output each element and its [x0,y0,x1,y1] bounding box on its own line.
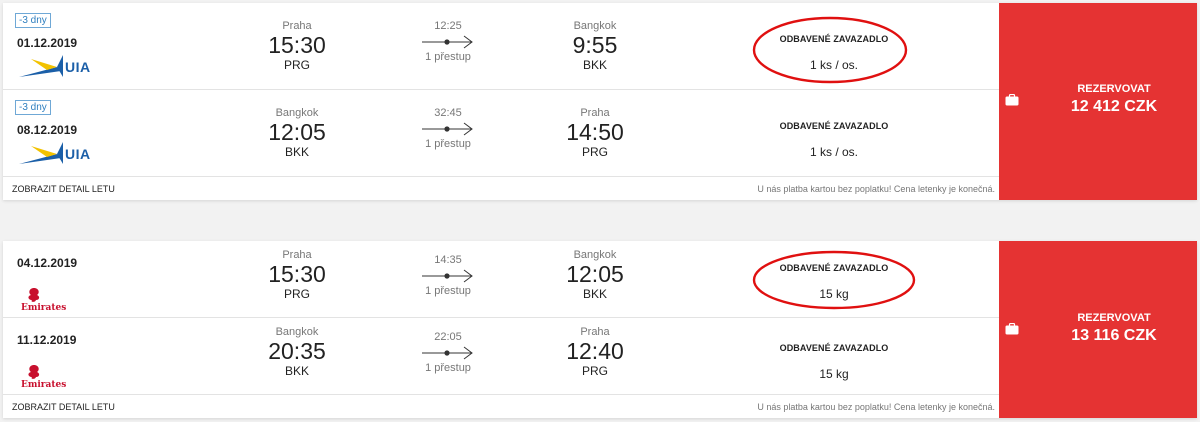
airline-logo-text: Emirates [21,380,67,390]
baggage-title: ODBAVENÉ ZAVAZADLO [779,343,889,353]
departure: Bangkok 20:35 BKK [252,326,342,378]
stop-count: 1 přestup [425,285,471,297]
flight-duration: 14:35 [434,254,462,266]
payment-note: U nás platba kartou bez poplatku! Cena l… [757,402,995,412]
baggage-title: ODBAVENÉ ZAVAZADLO [779,263,889,273]
card-footer: ZOBRAZIT DETAIL LETU U nás platba kartou… [3,177,999,201]
flight-result-card: -3 dny 01.12.2019 UIA Praha 15:30 PRG 12… [3,3,1197,200]
checked-baggage: ODBAVENÉ ZAVAZADLO 15 kg [734,343,934,381]
baggage-allowance: 15 kg [819,287,849,301]
stop-count: 1 přestup [425,51,471,63]
flight-duration: 12:25 [434,20,462,32]
book-button-label: REZERVOVAT [1077,312,1151,324]
departure-airport-code: PRG [283,58,310,72]
flight-segments: 04.12.2019 Emirates Praha 15:30 PRG 14:3… [3,241,999,419]
departure-time: 20:35 [268,338,326,364]
flight-segment-return: 11.12.2019 Emirates Bangkok 20:35 BKK 22… [3,318,999,395]
departure-city: Bangkok [275,326,319,338]
arrival-city: Praha [580,107,610,119]
date-shift-badge: -3 dny [15,100,51,115]
arrival-airport-code: BKK [582,58,607,72]
checked-baggage: ODBAVENÉ ZAVAZADLO 15 kg [734,263,934,301]
payment-note: U nás platba kartou bez poplatku! Cena l… [757,184,995,194]
flight-detail-link[interactable]: ZOBRAZIT DETAIL LETU [12,402,115,412]
arrival-airport-code: BKK [582,287,607,301]
arrival: Bangkok 9:55 BKK [550,20,640,72]
flight-segment-outbound: 04.12.2019 Emirates Praha 15:30 PRG 14:3… [3,241,999,318]
flight-date: 01.12.2019 [17,36,78,50]
arrival-time: 12:05 [566,261,624,287]
arrival: Bangkok 12:05 BKK [550,249,640,301]
flight-route: 14:35 1 přestup [403,254,493,297]
emirates-airline-logo: Emirates [17,363,77,398]
departure-city: Praha [282,20,312,32]
stop-count: 1 přestup [425,138,471,150]
flight-duration: 32:45 [434,107,462,119]
flight-route: 12:25 1 přestup [403,20,493,63]
airline-logo-text: UIA [65,146,91,162]
airline-logo-text: UIA [65,59,91,75]
uia-airline-logo: UIA [17,140,107,173]
briefcase-icon [1005,94,1019,106]
route-arrow-icon [422,346,473,360]
emirates-airline-logo: Emirates [17,286,77,321]
book-button[interactable]: REZERVOVAT 13 116 CZK [999,241,1197,418]
flight-segments: -3 dny 01.12.2019 UIA Praha 15:30 PRG 12… [3,3,999,201]
departure-airport-code: BKK [284,364,309,378]
total-price: 13 116 CZK [1071,327,1157,344]
arrival-time: 12:40 [566,338,624,364]
flight-segment-outbound: -3 dny 01.12.2019 UIA Praha 15:30 PRG 12… [3,3,999,90]
departure-time: 15:30 [268,261,326,287]
airline-logo-text: Emirates [21,303,67,313]
departure: Praha 15:30 PRG [252,249,342,301]
baggage-title: ODBAVENÉ ZAVAZADLO [779,121,889,131]
total-price: 12 412 CZK [1070,98,1158,115]
book-button[interactable]: REZERVOVAT 12 412 CZK [999,3,1197,200]
departure: Praha 15:30 PRG [252,20,342,72]
flight-date: 11.12.2019 [17,333,77,347]
departure-time: 15:30 [268,32,326,58]
flight-date: 08.12.2019 [17,123,78,137]
flight-route: 32:45 1 přestup [403,107,493,150]
book-button-label: REZERVOVAT [1077,83,1151,95]
route-arrow-icon [422,122,473,136]
card-footer: ZOBRAZIT DETAIL LETU U nás platba kartou… [3,395,999,419]
departure-time: 12:05 [268,119,326,145]
flight-detail-link[interactable]: ZOBRAZIT DETAIL LETU [12,184,115,194]
baggage-allowance: 1 ks / os. [809,58,859,72]
departure: Bangkok 12:05 BKK [252,107,342,159]
baggage-title: ODBAVENÉ ZAVAZADLO [779,34,889,44]
departure-airport-code: PRG [283,287,310,301]
flight-route: 22:05 1 přestup [403,331,493,374]
route-arrow-icon [422,35,473,49]
briefcase-icon [1005,323,1019,335]
flight-date: 04.12.2019 [17,256,78,270]
checked-baggage: ODBAVENÉ ZAVAZADLO 1 ks / os. [734,121,934,159]
arrival-time: 9:55 [572,32,618,58]
departure-city: Praha [282,249,312,261]
date-shift-badge: -3 dny [15,13,51,28]
arrival-city: Bangkok [573,249,617,261]
flight-duration: 22:05 [434,331,462,343]
stop-count: 1 přestup [425,362,471,374]
baggage-allowance: 15 kg [819,367,849,381]
arrival-city: Bangkok [573,20,617,32]
flight-result-card: 04.12.2019 Emirates Praha 15:30 PRG 14:3… [3,241,1197,418]
arrival-airport-code: PRG [581,364,608,378]
arrival-airport-code: PRG [581,145,608,159]
departure-airport-code: BKK [284,145,309,159]
checked-baggage: ODBAVENÉ ZAVAZADLO 1 ks / os. [734,34,934,72]
uia-airline-logo: UIA [17,53,107,86]
arrival: Praha 14:50 PRG [550,107,640,159]
departure-city: Bangkok [275,107,319,119]
flight-segment-return: -3 dny 08.12.2019 UIA Bangkok 12:05 BKK … [3,90,999,177]
route-arrow-icon [422,269,473,283]
arrival-time: 14:50 [566,119,624,145]
arrival-city: Praha [580,326,610,338]
baggage-allowance: 1 ks / os. [809,145,859,159]
arrival: Praha 12:40 PRG [550,326,640,378]
